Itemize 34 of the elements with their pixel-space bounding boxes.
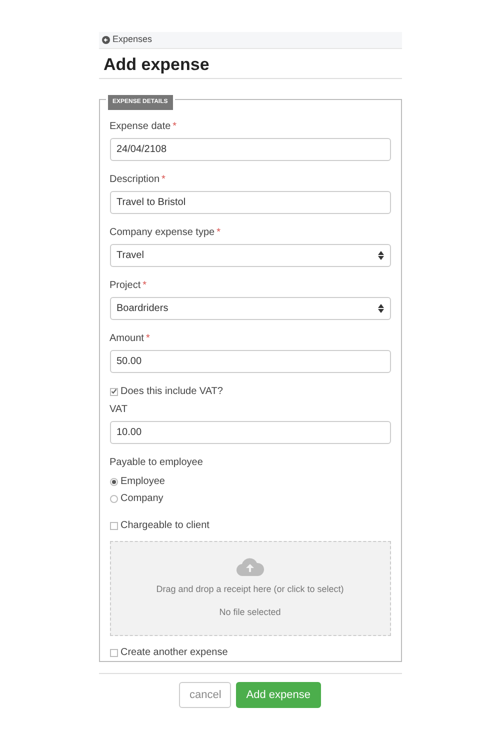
field-label: Company expense type *: [110, 226, 222, 239]
text-field[interactable]: Travel to Bristol: [110, 191, 390, 214]
text-field[interactable]: 24/04/2108: [110, 138, 390, 161]
select-field[interactable]: Boardriders: [110, 297, 390, 320]
radio-button[interactable]: [110, 494, 118, 502]
cloud-upload-icon: [236, 558, 264, 576]
checkbox-option[interactable]: Chargeable to client: [110, 519, 210, 532]
checkbox[interactable]: [110, 522, 118, 530]
file-dropzone[interactable]: Drag and drop a receipt here (or click to select) No file selected: [110, 541, 390, 636]
checkbox[interactable]: [110, 648, 118, 656]
sort-caret-icon: [378, 304, 384, 313]
field-label: VAT: [110, 403, 128, 416]
radio-option[interactable]: Company: [110, 492, 164, 505]
cancel-button[interactable]: cancel: [179, 682, 232, 708]
radio-option[interactable]: Employee: [110, 475, 165, 488]
field-label: Project *: [110, 279, 148, 292]
select-field[interactable]: Travel: [110, 244, 390, 267]
checkbox[interactable]: [110, 388, 118, 396]
file-status: No file selected: [219, 606, 281, 619]
field-label: Description *: [110, 173, 166, 186]
radio-button[interactable]: [110, 478, 118, 486]
text-field[interactable]: 50.00: [110, 350, 390, 373]
sort-caret-icon: [378, 251, 384, 260]
field-label: Expense date *: [110, 120, 178, 133]
field-label: Payable to employee: [110, 456, 204, 469]
field-label: Amount *: [110, 332, 151, 345]
checkbox-option[interactable]: Create another expense: [110, 646, 228, 659]
back-link[interactable]: Expenses: [102, 33, 152, 47]
page-title: Add expense: [104, 54, 210, 76]
text-field[interactable]: 10.00: [110, 421, 390, 444]
dropzone-prompt: Drag and drop a receipt here (or click to select): [156, 582, 344, 596]
back-arrow-icon: [102, 36, 110, 44]
checkbox-option[interactable]: Does this include VAT?: [110, 385, 223, 398]
check-icon: [110, 388, 116, 395]
